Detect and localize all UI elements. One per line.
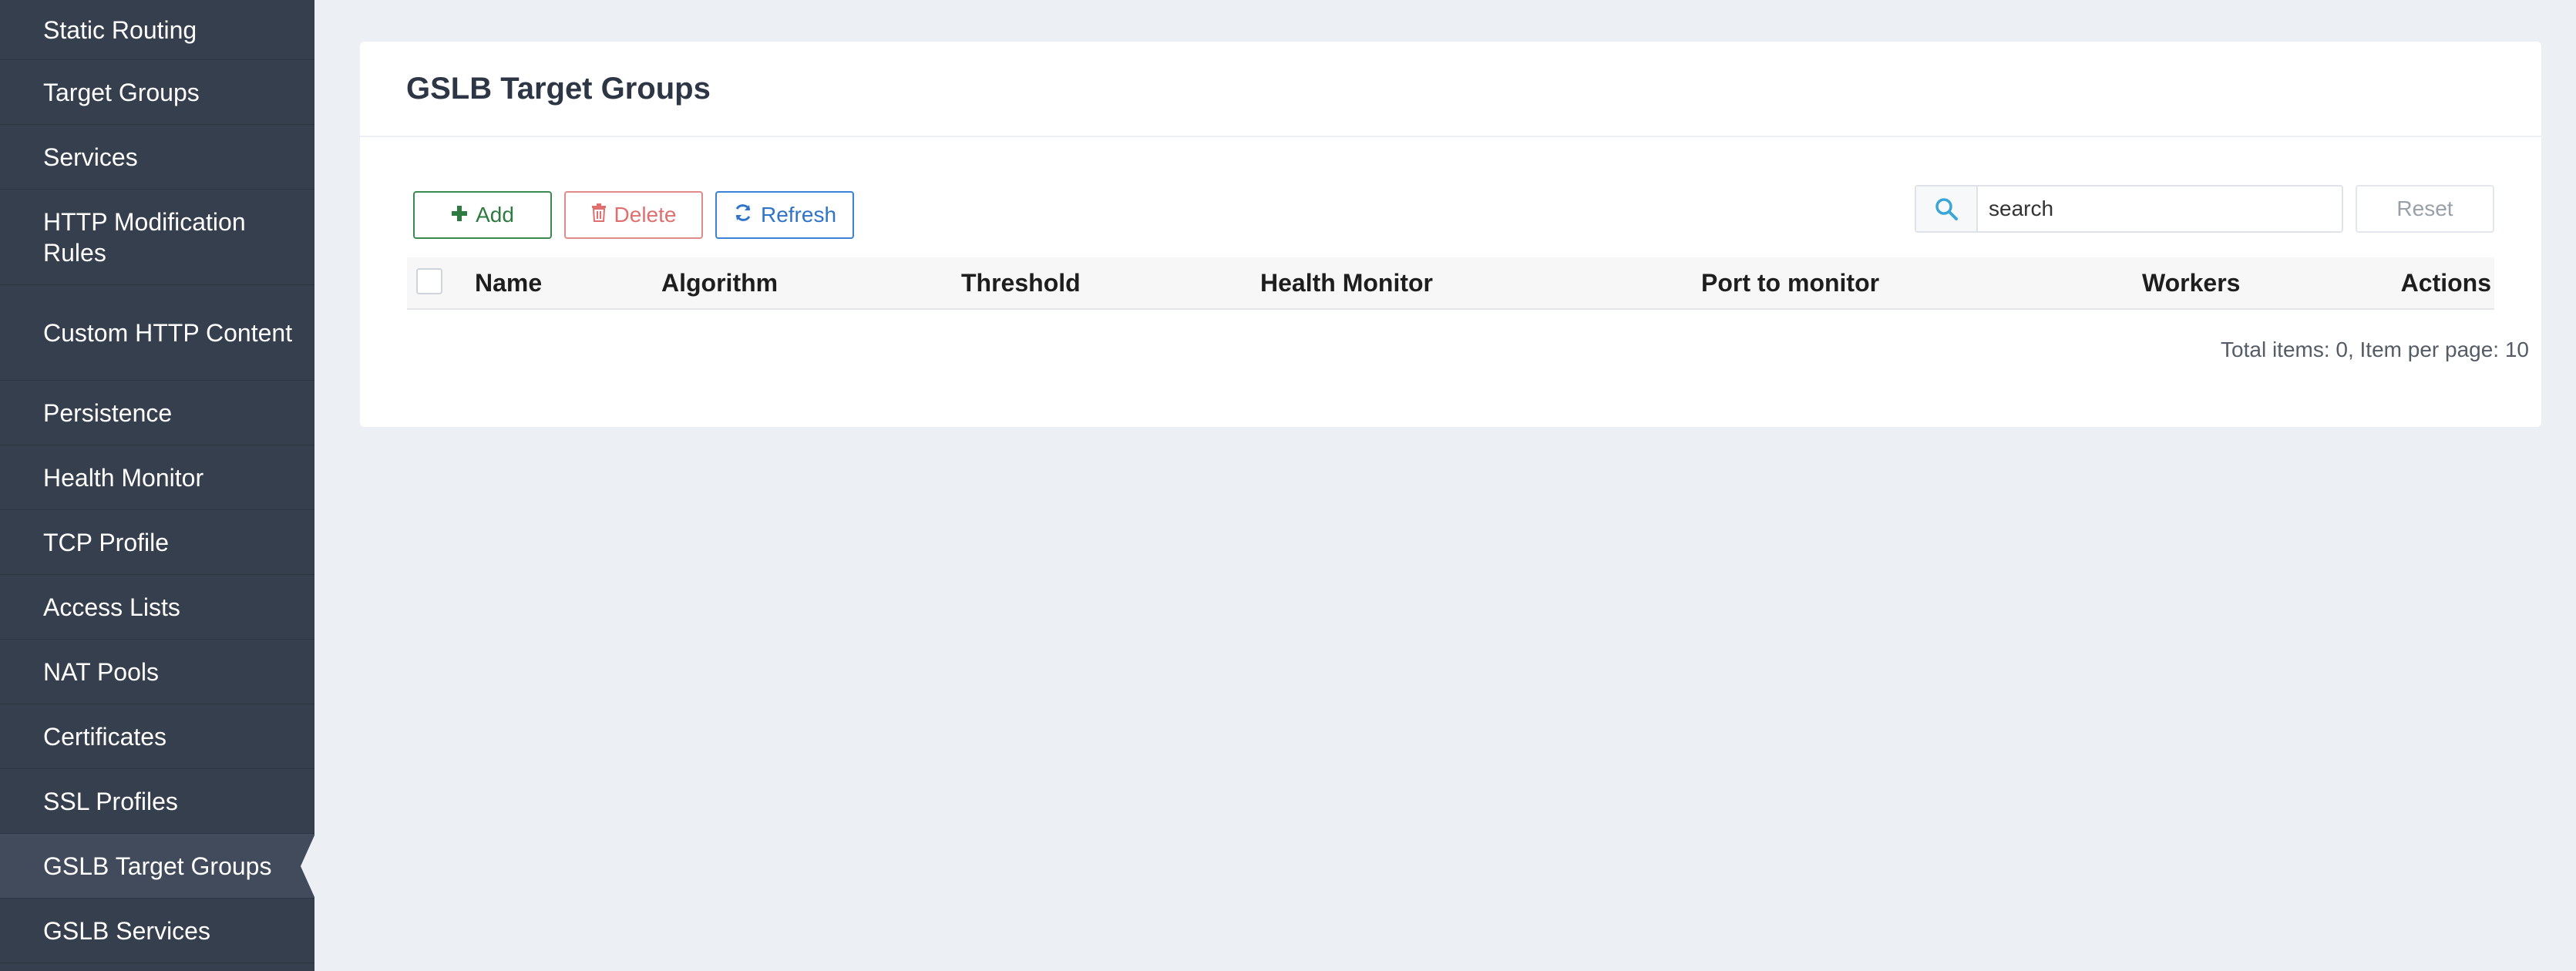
- plus-icon: [451, 203, 468, 227]
- delete-button[interactable]: Delete: [564, 191, 703, 239]
- refresh-icon: [733, 203, 753, 228]
- add-button-label: Add: [476, 203, 514, 227]
- sidebar-item-label: Target Groups: [43, 78, 200, 106]
- sidebar-item-label: Health Monitor: [43, 463, 204, 492]
- pagination-summary: Total items: 0, Item per page: 10: [2221, 338, 2529, 361]
- sidebar-item-label: Static Routing: [43, 15, 197, 44]
- search-icon[interactable]: [1916, 186, 1978, 231]
- sidebar-item-gslb-services[interactable]: GSLB Services: [0, 899, 314, 963]
- sidebar-item-label: GSLB Services: [43, 916, 210, 945]
- column-header-workers[interactable]: Workers: [2142, 257, 2240, 308]
- sidebar-item-label: Certificates: [43, 722, 167, 751]
- sidebar-item-label: SSL Profiles: [43, 787, 178, 815]
- trash-icon: [591, 203, 607, 227]
- sidebar-item-custom-http-content[interactable]: Custom HTTP Content: [0, 285, 314, 381]
- sidebar-item-label: GSLB Target Groups: [43, 852, 272, 880]
- sidebar-item-target-groups[interactable]: Target Groups: [0, 60, 314, 125]
- sidebar-item-ssl-profiles[interactable]: SSL Profiles: [0, 769, 314, 834]
- sidebar-item-certificates[interactable]: Certificates: [0, 704, 314, 769]
- sidebar-item-label: Persistence: [43, 398, 173, 427]
- page-title: GSLB Target Groups: [406, 71, 711, 106]
- column-header-port-to-monitor[interactable]: Port to monitor: [1701, 257, 1879, 308]
- sidebar-item-static-routing[interactable]: Static Routing: [0, 0, 314, 60]
- sidebar-item-label: Access Lists: [43, 593, 180, 621]
- sidebar-item-access-lists[interactable]: Access Lists: [0, 575, 314, 640]
- sidebar-item-http-modification-rules[interactable]: HTTP Modification Rules: [0, 190, 314, 285]
- reset-button-label: Reset: [2396, 197, 2453, 220]
- search-input[interactable]: [1978, 186, 2342, 231]
- sidebar-item-persistence[interactable]: Persistence: [0, 381, 314, 445]
- sidebar-item-services[interactable]: Services: [0, 125, 314, 190]
- search-box: [1915, 185, 2343, 233]
- sidebar-item-label: TCP Profile: [43, 528, 170, 556]
- column-header-health-monitor[interactable]: Health Monitor: [1260, 257, 1433, 308]
- sidebar: Static Routing Target Groups Services HT…: [0, 0, 314, 971]
- column-header-algorithm[interactable]: Algorithm: [661, 257, 778, 308]
- column-header-actions: Actions: [2400, 269, 2491, 297]
- add-button[interactable]: Add: [413, 191, 552, 239]
- card-header: GSLB Target Groups: [360, 42, 2541, 137]
- sidebar-item-nat-pools[interactable]: NAT Pools: [0, 640, 314, 704]
- table-header: Name Algorithm Threshold Health Monitor …: [407, 257, 2494, 310]
- sidebar-item-label: HTTP Modification Rules: [43, 207, 246, 267]
- select-all-checkbox[interactable]: [416, 268, 442, 294]
- sidebar-item-gslb-target-groups[interactable]: GSLB Target Groups: [0, 834, 314, 899]
- sidebar-item-label: Services: [43, 143, 138, 171]
- sidebar-item-health-monitor[interactable]: Health Monitor: [0, 445, 314, 510]
- reset-button[interactable]: Reset: [2356, 185, 2494, 233]
- refresh-button[interactable]: Refresh: [715, 191, 854, 239]
- column-header-threshold[interactable]: Threshold: [961, 257, 1081, 308]
- refresh-button-label: Refresh: [760, 203, 837, 227]
- sidebar-item-label: Custom HTTP Content: [43, 318, 293, 347]
- sidebar-item-tcp-profile[interactable]: TCP Profile: [0, 510, 314, 575]
- delete-button-label: Delete: [614, 203, 677, 227]
- sidebar-item-label: NAT Pools: [43, 657, 159, 686]
- column-header-name[interactable]: Name: [475, 257, 542, 308]
